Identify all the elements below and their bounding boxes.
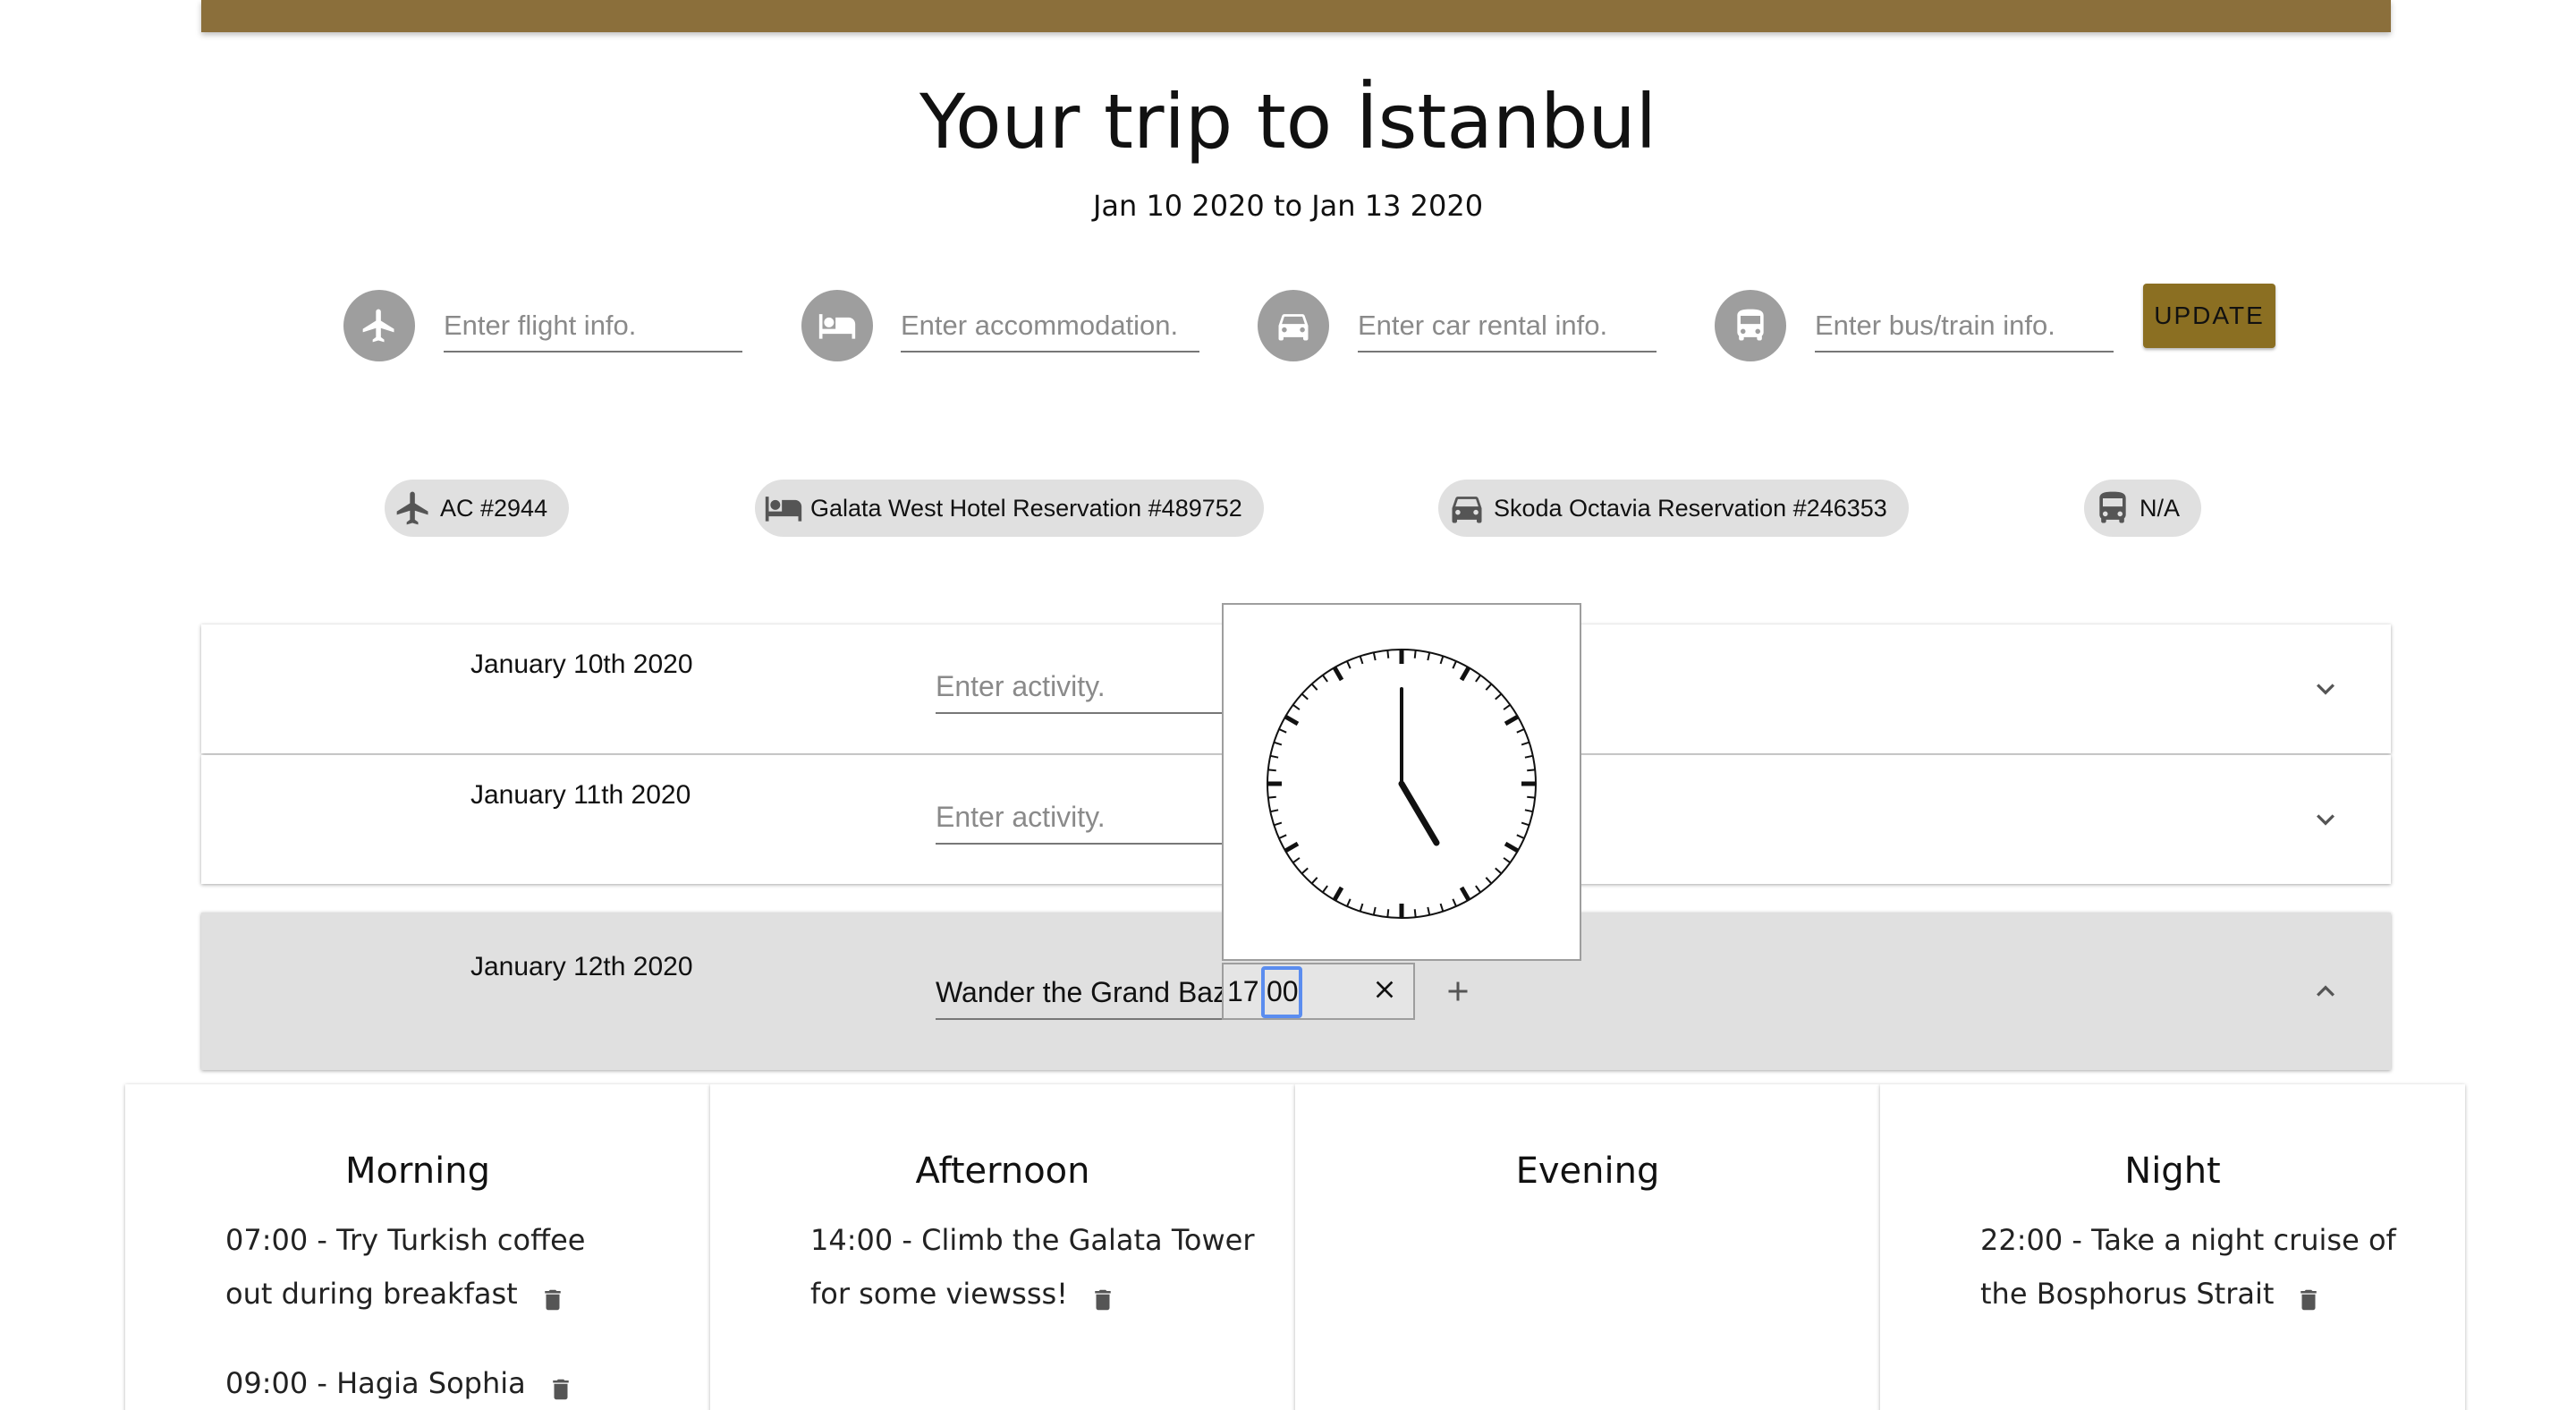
top-bar <box>201 0 2391 32</box>
hotel-icon <box>765 497 802 522</box>
clock-tick <box>1527 795 1536 799</box>
period-title: Afternoon <box>915 1151 1090 1192</box>
activity-input[interactable] <box>936 791 1258 845</box>
car-chip-label: Skoda Octavia Reservation #246353 <box>1494 494 1887 522</box>
accommodation-input[interactable] <box>901 301 1199 352</box>
itinerary-item: 09:00 - Hagia Sophia <box>225 1356 637 1410</box>
plus-icon[interactable] <box>1442 975 1474 1011</box>
train-icon <box>2099 491 2126 523</box>
trash-icon[interactable] <box>2295 1279 2322 1312</box>
clock-tick <box>1386 650 1390 658</box>
chevron-up-icon[interactable] <box>2308 973 2343 1013</box>
train-icon <box>1715 290 1786 361</box>
itinerary-item: 14:00 - Climb the Galata Tower for some … <box>810 1213 1275 1321</box>
period-title: Morning <box>345 1151 490 1192</box>
itinerary-item-text: 07:00 - Try Turkish coffee out during br… <box>225 1223 586 1311</box>
flight-chip: AC #2944 <box>385 480 570 537</box>
trip-dates: Jan 10 2020 to Jan 13 2020 <box>1092 189 1484 223</box>
period-title: Evening <box>1515 1151 1660 1192</box>
clock-tick <box>1413 909 1417 918</box>
clock-tick <box>1267 769 1276 772</box>
chevron-down-icon[interactable] <box>2308 671 2343 710</box>
itinerary-item-text: 09:00 - Hagia Sophia <box>225 1366 526 1400</box>
airplane-icon <box>343 290 415 361</box>
period-title: Night <box>2124 1151 2221 1192</box>
hotel-chip: Galata West Hotel Reservation #489752 <box>755 480 1264 537</box>
car-chip: Skoda Octavia Reservation #246353 <box>1438 480 1909 537</box>
trash-icon[interactable] <box>547 1369 574 1401</box>
itinerary-item-text: 22:00 - Take a night cruise of the Bosph… <box>1980 1223 2396 1311</box>
clock-tick <box>1386 909 1390 918</box>
day-label: January 10th 2020 <box>470 650 693 679</box>
clock-tick <box>1527 769 1536 772</box>
flight-input[interactable] <box>444 301 742 352</box>
activity-input[interactable] <box>936 660 1258 714</box>
trash-icon[interactable] <box>539 1279 566 1312</box>
airplane-icon <box>396 491 428 525</box>
period-card-night: Night 22:00 - Take a night cruise of the… <box>1880 1084 2465 1410</box>
day-label: January 11th 2020 <box>470 780 691 810</box>
car-icon <box>1452 497 1482 523</box>
itinerary-item: 22:00 - Take a night cruise of the Bosph… <box>1980 1213 2428 1321</box>
time-picker-clock[interactable] <box>1222 603 1581 961</box>
time-input[interactable]: 17 : 00 <box>1222 963 1415 1020</box>
itinerary-item: 07:00 - Try Turkish coffee out during br… <box>225 1213 637 1321</box>
clock-tick <box>1267 795 1276 799</box>
hotel-icon <box>801 290 873 361</box>
clock-tick <box>1413 650 1417 658</box>
activity-input[interactable] <box>936 966 1231 1020</box>
period-card-morning: Morning 07:00 - Try Turkish coffee out d… <box>125 1084 710 1410</box>
period-card-afternoon: Afternoon 14:00 - Climb the Galata Tower… <box>710 1084 1295 1410</box>
itinerary-item-text: 14:00 - Climb the Galata Tower for some … <box>810 1223 1255 1311</box>
transit-chip-label: N/A <box>2140 494 2181 522</box>
car-icon <box>1258 290 1329 361</box>
transit-chip: N/A <box>2084 480 2202 537</box>
trash-icon[interactable] <box>1089 1279 1116 1312</box>
time-hour[interactable]: 17 <box>1227 975 1259 1008</box>
period-card-evening: Evening <box>1295 1084 1880 1410</box>
clock-face[interactable] <box>1224 605 1580 959</box>
chevron-down-icon[interactable] <box>2308 802 2343 841</box>
close-icon[interactable] <box>1370 975 1399 1011</box>
time-minute[interactable]: 00 <box>1267 975 1299 1008</box>
update-button[interactable]: UPDATE <box>2143 284 2275 348</box>
flight-chip-label: AC #2944 <box>440 494 548 522</box>
bus-train-input[interactable] <box>1815 301 2114 352</box>
day-label: January 12th 2020 <box>470 952 693 981</box>
car-rental-input[interactable] <box>1358 301 1657 352</box>
hotel-chip-label: Galata West Hotel Reservation #489752 <box>810 494 1242 522</box>
page-title: Your trip to İstanbul <box>919 78 1657 166</box>
